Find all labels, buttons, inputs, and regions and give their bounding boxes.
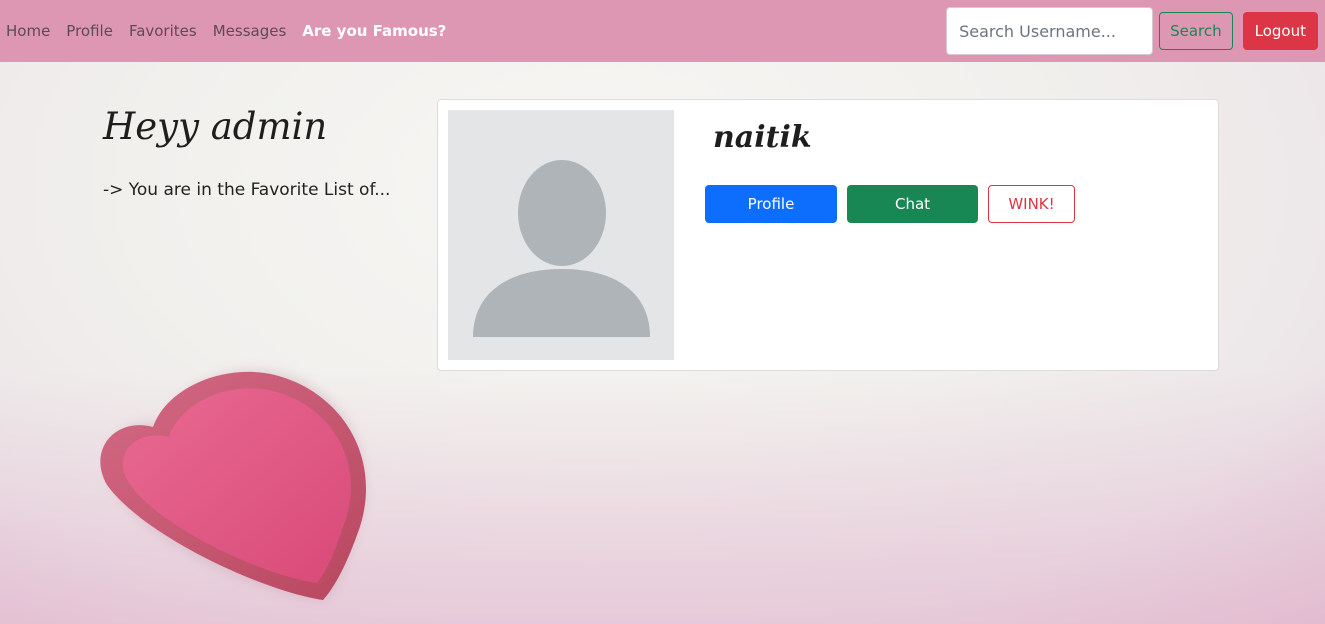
search-button[interactable]: Search	[1159, 12, 1233, 50]
logout-button[interactable]: Logout	[1242, 12, 1318, 50]
nav-messages-link[interactable]: Messages	[213, 22, 287, 40]
nav-profile-link[interactable]: Profile	[66, 22, 113, 40]
nav-home-link[interactable]: Home	[6, 22, 50, 40]
favorite-list-subtitle: -> You are in the Favorite List of...	[103, 180, 391, 200]
page-greeting: Heyy admin	[103, 105, 328, 148]
person-placeholder-icon	[473, 160, 650, 337]
view-profile-button[interactable]: Profile	[705, 185, 837, 223]
nav-links: Home Profile Favorites Messages Are you …	[0, 22, 462, 40]
wink-button[interactable]: WINK!	[988, 185, 1075, 223]
nav-search-area: Search Logout	[946, 7, 1325, 55]
top-navbar: Home Profile Favorites Messages Are you …	[0, 0, 1325, 62]
nav-favorites-link[interactable]: Favorites	[129, 22, 197, 40]
favorite-user-card: naitik Profile Chat WINK!	[437, 99, 1219, 371]
search-username-input[interactable]	[946, 7, 1154, 55]
card-username: naitik	[713, 120, 812, 155]
nav-are-you-famous-link[interactable]: Are you Famous?	[302, 22, 446, 40]
avatar	[448, 110, 674, 360]
heart-image	[100, 370, 367, 600]
chat-button[interactable]: Chat	[847, 185, 978, 223]
